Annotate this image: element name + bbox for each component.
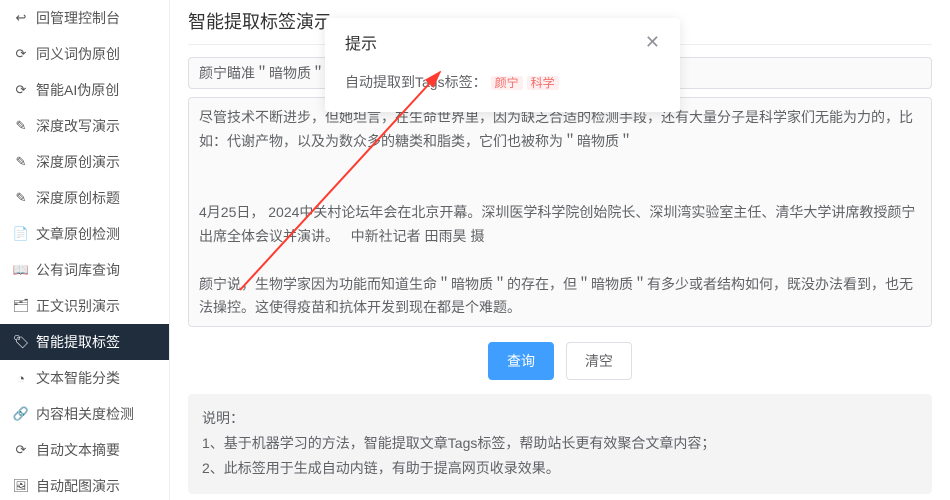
extracted-tag-1: 科学: [527, 76, 559, 90]
close-icon[interactable]: ✕: [645, 32, 660, 53]
extracted-tag-0: 颜宁: [491, 76, 523, 90]
modal-body-prefix: 自动提取到Tags标签：: [345, 74, 487, 90]
modal-title: 提示: [345, 30, 377, 54]
tips-modal: 提示 ✕ 自动提取到Tags标签： 颜宁科学: [325, 18, 680, 112]
modal-body: 自动提取到Tags标签： 颜宁科学: [325, 58, 680, 112]
